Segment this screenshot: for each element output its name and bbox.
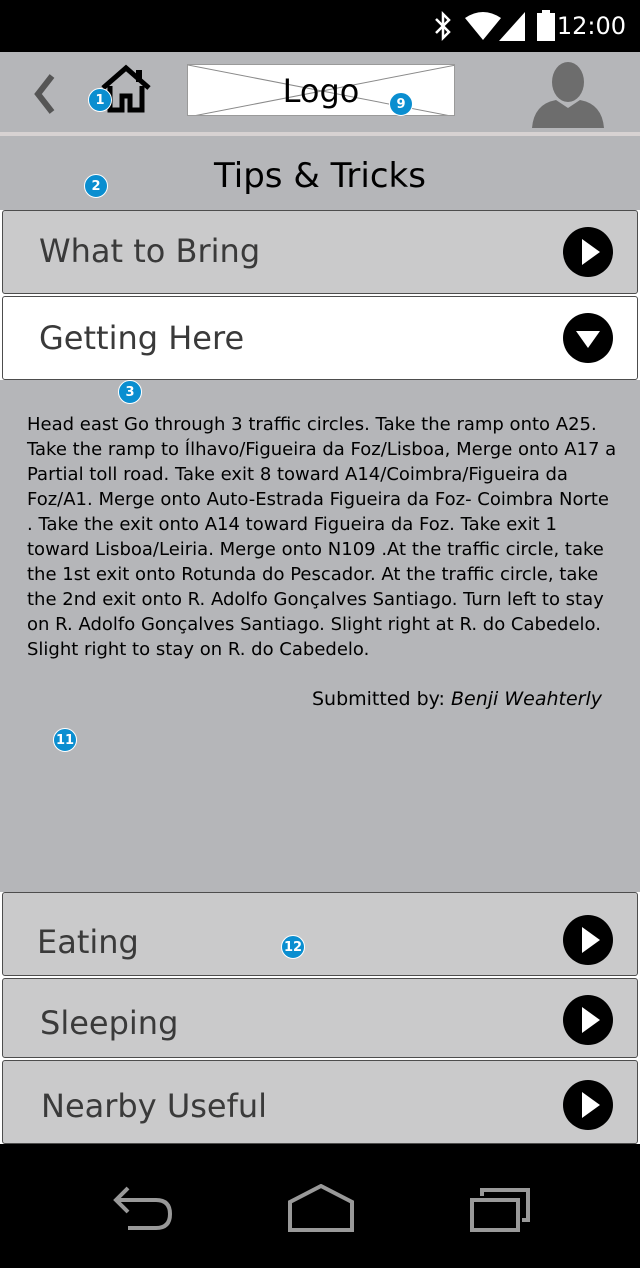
bluetooth-icon (432, 10, 454, 47)
signal-icon (498, 10, 526, 47)
section-eating[interactable]: Eating 12 (2, 892, 638, 976)
nav-home-icon[interactable] (286, 1183, 356, 1239)
submitted-label: Submitted by: (311, 688, 445, 710)
system-nav-bar (0, 1144, 640, 1268)
battery-icon (536, 10, 556, 47)
status-bar: 12:00 (0, 0, 640, 52)
annotation-badge-panel: 11 (53, 728, 77, 752)
submitted-name: Benji Weahterly (451, 688, 602, 710)
app-bar: Logo 1 9 (0, 52, 640, 136)
section-sleeping[interactable]: Sleeping (2, 978, 638, 1058)
getting-here-panel: 3 Head east Go through 3 traffic circles… (0, 380, 640, 892)
chevron-down-icon[interactable] (563, 313, 613, 363)
play-arrow-icon[interactable] (563, 915, 613, 965)
annotation-badge-getting-here: 3 (118, 380, 142, 404)
section-what-to-bring[interactable]: What to Bring (2, 210, 638, 294)
section-label: Eating (37, 923, 139, 961)
section-label: What to Bring (39, 232, 261, 270)
section-getting-here[interactable]: Getting Here (2, 296, 638, 380)
section-label: Nearby Useful (41, 1087, 268, 1125)
play-arrow-icon[interactable] (563, 227, 613, 277)
annotation-badge-title: 2 (84, 174, 108, 198)
section-label: Sleeping (40, 1004, 179, 1042)
submitted-by: Submitted by: Benji Weahterly (312, 688, 602, 710)
section-label: Getting Here (39, 319, 245, 357)
back-arrow-icon[interactable] (30, 72, 60, 121)
logo-text: Logo (282, 72, 360, 110)
page-header: Tips & Tricks 2 (0, 136, 640, 210)
user-avatar-icon[interactable] (530, 60, 606, 133)
section-nearby-useful[interactable]: Nearby Useful (2, 1060, 638, 1144)
status-time: 12:00 (556, 12, 626, 40)
annotation-badge-home: 1 (88, 88, 112, 112)
wifi-icon (464, 10, 502, 47)
play-arrow-icon[interactable] (563, 995, 613, 1045)
directions-text: Head east Go through 3 traffic circles. … (27, 414, 617, 660)
nav-recents-icon[interactable] (468, 1184, 534, 1237)
annotation-badge-eating: 12 (281, 935, 305, 959)
annotation-badge-logo: 9 (389, 92, 413, 116)
nav-back-icon[interactable] (110, 1184, 176, 1237)
play-arrow-icon[interactable] (563, 1080, 613, 1130)
logo-placeholder: Logo (187, 64, 455, 116)
